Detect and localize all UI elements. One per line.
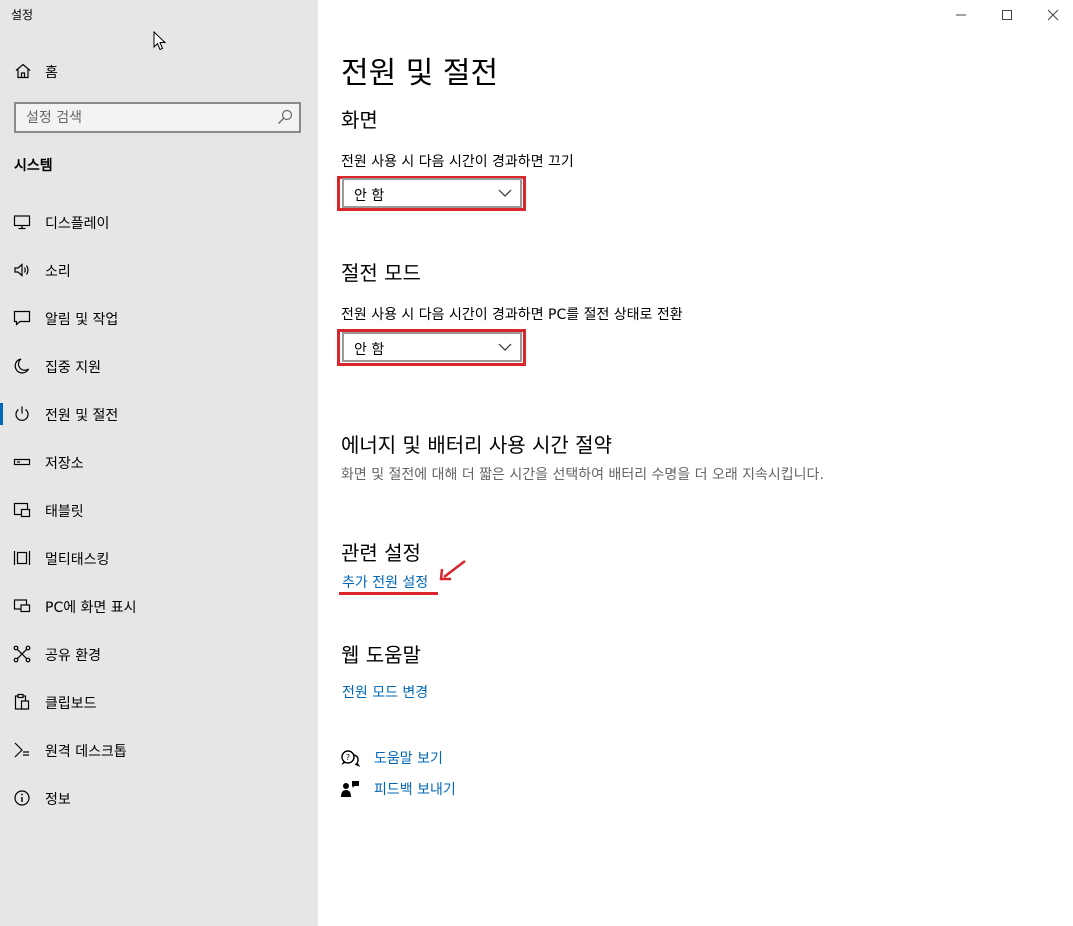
moon-icon [14,358,30,374]
sidebar-item-label: 집중 지원 [45,360,101,376]
get-help-label: 도움말 보기 [374,751,443,767]
feedback-icon [341,781,359,797]
sidebar-item-label: 공유 환경 [45,648,101,664]
web-help-heading: 웹 도움말 [341,643,421,667]
additional-power-settings-link[interactable]: 추가 전원 설정 [342,572,428,592]
sidebar-item-tablet[interactable]: 태블릿 [0,490,318,530]
change-power-mode-link[interactable]: 전원 모드 변경 [342,682,428,702]
sidebar-item-label: 알림 및 작업 [45,312,119,328]
sidebar-item-clipboard[interactable]: 클립보드 [0,682,318,722]
sidebar-item-home[interactable]: 홈 [0,56,318,86]
mouse-cursor-icon [153,31,167,51]
help-chat-icon: ? [341,750,360,767]
sidebar-item-multitasking[interactable]: 멀티태스킹 [0,538,318,578]
sidebar-item-label: 디스플레이 [45,216,110,232]
sidebar-item-project[interactable]: PC에 화면 표시 [0,586,318,626]
screen-timeout-dropdown[interactable]: 안 함 [342,178,522,208]
sidebar-item-label: PC에 화면 표시 [45,600,137,616]
main-content: 전원 및 절전 화면 전원 사용 시 다음 시간이 경과하면 끄기 안 함 절전… [318,0,1073,926]
storage-icon [13,458,31,466]
sidebar-item-label: 저장소 [45,456,84,472]
sidebar-item-remote-desktop[interactable]: 원격 데스크톱 [0,730,318,770]
notification-icon [13,310,31,326]
sidebar-item-label: 클립보드 [45,696,97,712]
home-icon [15,63,31,79]
sidebar-item-label: 원격 데스크톱 [45,744,127,760]
sidebar-item-label: 전원 및 절전 [45,408,119,424]
sidebar-item-shared-experiences[interactable]: 공유 환경 [0,634,318,674]
app-title: 설정 [11,8,34,22]
screen-heading: 화면 [341,108,378,132]
project-icon [13,599,31,613]
chevron-down-icon [498,343,512,351]
annotation-arrow-icon [439,560,466,581]
power-icon [15,406,29,421]
sidebar-item-storage[interactable]: 저장소 [0,442,318,482]
sidebar-item-sound[interactable]: 소리 [0,250,318,290]
tablet-icon [13,502,31,518]
sidebar-item-focus-assist[interactable]: 집중 지원 [0,346,318,386]
sidebar-item-about[interactable]: 정보 [0,778,318,818]
page-title: 전원 및 절전 [341,56,499,91]
info-icon [14,790,30,806]
svg-text:?: ? [346,753,350,762]
sleep-timeout-label: 전원 사용 시 다음 시간이 경과하면 PC를 절전 상태로 전환 [341,307,683,323]
multitasking-icon [13,551,31,565]
sidebar-item-label: 태블릿 [45,504,84,520]
energy-description: 화면 및 절전에 대해 더 짧은 시간을 선택하여 배터리 수명을 더 오래 지… [341,467,824,483]
sidebar-item-power-sleep[interactable]: 전원 및 절전 [0,394,318,434]
sleep-timeout-value: 안 함 [354,342,385,358]
speaker-icon [14,263,29,277]
related-settings-heading: 관련 설정 [341,541,421,565]
clipboard-icon [14,693,30,710]
send-feedback-label: 피드백 보내기 [374,782,456,798]
sidebar-item-label: 멀티태스킹 [45,552,110,568]
sidebar-item-label: 소리 [45,264,71,280]
search-box[interactable] [14,102,301,133]
section-label: 시스템 [14,158,53,174]
screen-timeout-label: 전원 사용 시 다음 시간이 경과하면 끄기 [341,154,574,170]
share-icon [13,645,31,663]
sidebar: 설정 홈 시스템 디스플레이 소리 [0,0,318,926]
remote-desktop-icon [14,742,29,758]
sidebar-item-notifications[interactable]: 알림 및 작업 [0,298,318,338]
energy-heading: 에너지 및 배터리 사용 시간 절약 [341,433,612,457]
search-icon[interactable] [277,109,293,125]
sidebar-item-label: 홈 [45,65,58,81]
screen-timeout-value: 안 함 [354,188,385,204]
sidebar-item-display[interactable]: 디스플레이 [0,202,318,242]
sleep-timeout-dropdown[interactable]: 안 함 [342,332,522,362]
search-input[interactable] [16,104,266,131]
chevron-down-icon [498,189,512,197]
sidebar-item-label: 정보 [45,792,71,808]
sleep-heading: 절전 모드 [341,261,421,285]
annotation-underline [339,592,438,595]
monitor-icon [13,215,31,230]
